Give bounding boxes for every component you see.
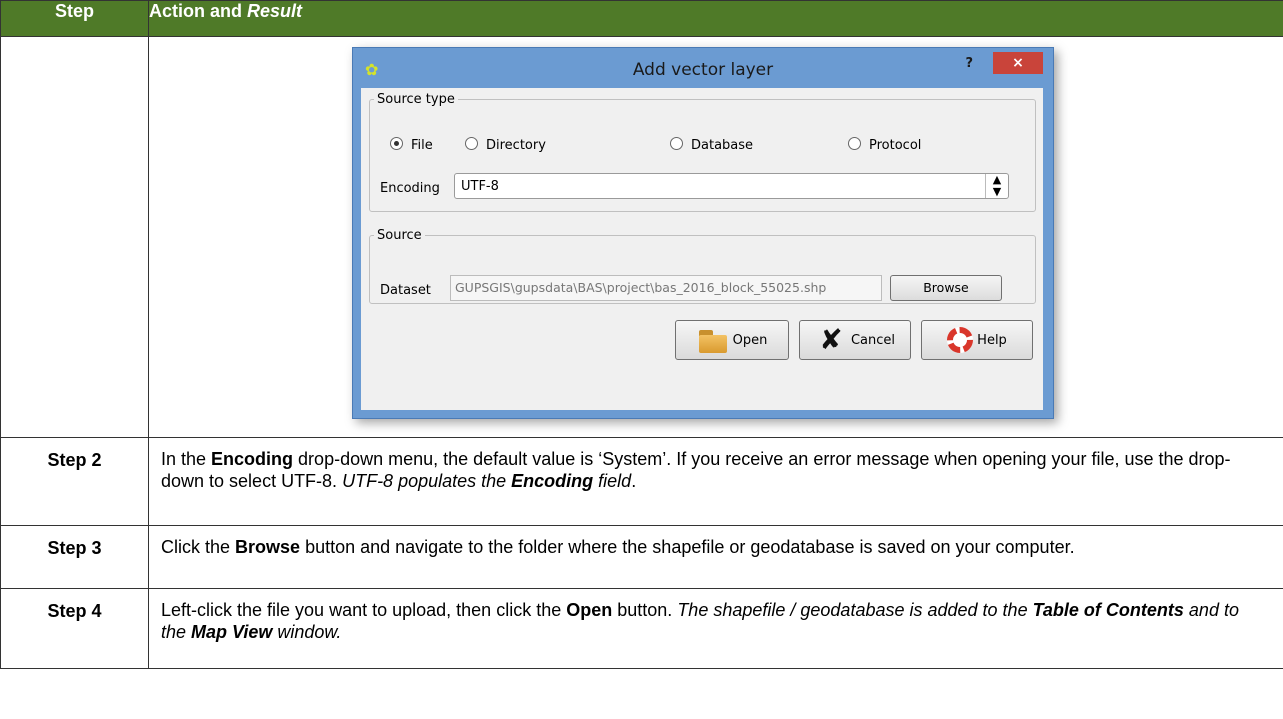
radio-selected-icon (390, 137, 403, 150)
text: . (631, 471, 637, 491)
radio-unselected-icon (848, 137, 861, 150)
encoding-value: UTF-8 (461, 179, 499, 194)
source-type-legend: Source type (377, 92, 455, 107)
radio-file[interactable]: File (390, 137, 433, 153)
bold-italic-text: Encoding (511, 471, 594, 491)
text: In the (161, 449, 212, 469)
dataset-input[interactable]: GUPSGIS\gupsdata\BAS\project\bas_2016_bl… (450, 275, 882, 301)
radio-file-label: File (411, 138, 433, 153)
radio-protocol[interactable]: Protocol (848, 137, 921, 153)
source-type-group: Source type File Directory Database Prot… (369, 92, 1036, 212)
bold-text: Browse (235, 537, 301, 557)
cancel-button-label: Cancel (850, 332, 896, 348)
bold-italic-text: Map View (191, 622, 273, 642)
italic-text: window. (272, 622, 342, 642)
radio-unselected-icon (465, 137, 478, 150)
add-vector-layer-dialog: ✿ Add vector layer ? × Source type File … (352, 47, 1054, 419)
radio-database-label: Database (691, 138, 754, 153)
header-step: Step (0, 0, 149, 37)
close-button[interactable]: × (993, 52, 1043, 74)
header-action-italic: Result (247, 1, 303, 21)
source-group: Source Dataset GUPSGIS\gupsdata\BAS\proj… (369, 228, 1036, 304)
header-action-prefix: Action and (149, 1, 247, 21)
cancel-button[interactable]: ✘ Cancel (799, 320, 911, 360)
bold-italic-text: Table of Contents (1032, 600, 1184, 620)
dataset-label: Dataset (380, 283, 431, 298)
encoding-label: Encoding (380, 181, 440, 196)
dialog-title: Add vector layer (632, 60, 774, 80)
instruction-table: Step Action and Result ✿ Add vector laye… (0, 0, 1283, 669)
step-label: Step 4 (0, 588, 149, 669)
cancel-x-icon: ✘ (819, 323, 843, 356)
step-text: In the Encoding drop-down menu, the defa… (148, 437, 1283, 526)
text: Left-click the file you want to upload, … (161, 600, 567, 620)
help-button-label: Help (977, 332, 1007, 348)
italic-text: The shapefile / geodatabase is added to … (677, 600, 1033, 620)
updown-arrows-icon: ▲ ▼ (985, 174, 1008, 198)
text: button and navigate to the folder where … (300, 537, 1075, 557)
radio-directory[interactable]: Directory (465, 137, 546, 153)
help-question-button[interactable]: ? (965, 56, 973, 71)
lifebuoy-icon (947, 327, 974, 353)
italic-text: UTF-8 populates the (342, 471, 512, 491)
radio-unselected-icon (670, 137, 683, 150)
step-text: Left-click the file you want to upload, … (148, 588, 1283, 669)
table-row-step-2: Step 2 In the Encoding drop-down menu, t… (0, 437, 1283, 526)
bold-text: Encoding (211, 449, 294, 469)
dialog-titlebar: ✿ Add vector layer ? × (353, 48, 1053, 90)
encoding-select[interactable]: UTF-8 ▲ ▼ (454, 173, 1009, 199)
folder-icon (697, 326, 729, 354)
open-button[interactable]: Open (675, 320, 789, 360)
browse-button[interactable]: Browse (890, 275, 1002, 301)
italic-text: field (593, 471, 632, 491)
radio-database[interactable]: Database (670, 137, 753, 153)
empty-step-cell (0, 36, 149, 438)
open-button-label: Open (732, 332, 768, 348)
radio-directory-label: Directory (486, 138, 546, 153)
screenshot-cell: ✿ Add vector layer ? × Source type File … (148, 36, 1283, 438)
help-button[interactable]: Help (921, 320, 1033, 360)
header-action: Action and Result (148, 0, 1283, 37)
step-text: Click the Browse button and navigate to … (148, 525, 1283, 589)
text: button. (612, 600, 678, 620)
text: drop-down menu, the default value is ‘Sy… (161, 449, 1231, 491)
table-row-step-4: Step 4 Left-click the file you want to u… (0, 588, 1283, 669)
source-legend: Source (377, 228, 422, 243)
table-header-row: Step Action and Result (0, 0, 1283, 37)
bold-text: Open (566, 600, 613, 620)
table-row-step-3: Step 3 Click the Browse button and navig… (0, 525, 1283, 589)
text: Click the (161, 537, 236, 557)
dialog-body: Source type File Directory Database Prot… (361, 88, 1043, 410)
radio-protocol-label: Protocol (869, 138, 922, 153)
step-label: Step 2 (0, 437, 149, 526)
table-row-screenshot: ✿ Add vector layer ? × Source type File … (0, 36, 1283, 438)
step-label: Step 3 (0, 525, 149, 589)
